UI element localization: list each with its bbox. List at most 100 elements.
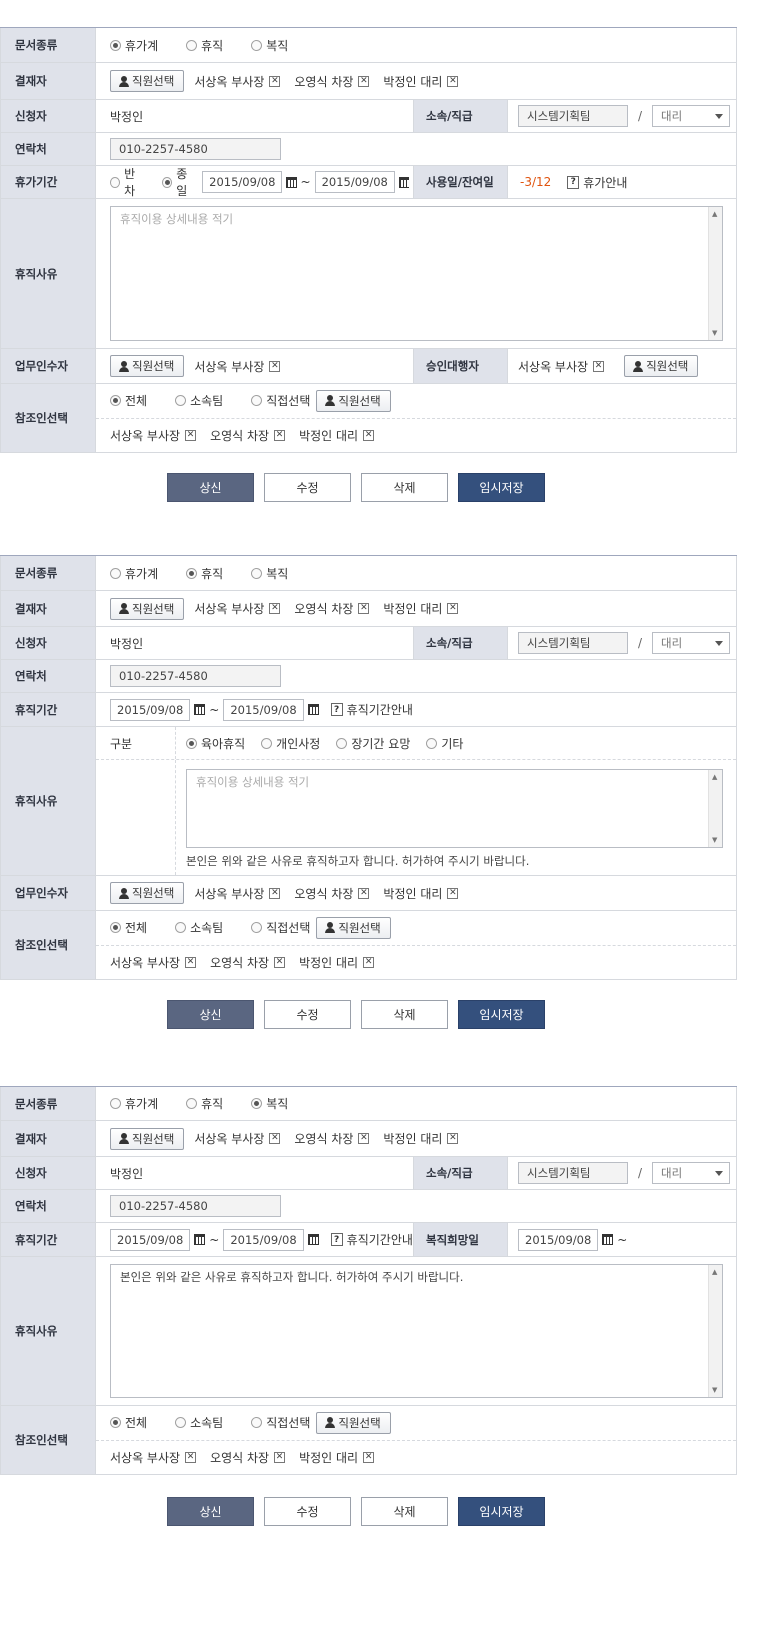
radio-leave[interactable]: 휴직 bbox=[186, 565, 223, 582]
delete-button[interactable]: 삭제 bbox=[361, 1000, 448, 1029]
end-date-field[interactable]: 2015/09/08 bbox=[223, 1228, 304, 1251]
calendar-icon[interactable] bbox=[194, 1234, 206, 1245]
scrollbar[interactable] bbox=[708, 1265, 722, 1397]
start-date-field[interactable]: 2015/09/08 bbox=[110, 698, 191, 721]
remove-icon[interactable]: ✕ bbox=[274, 429, 286, 441]
radio-all[interactable]: 전체 bbox=[110, 919, 147, 936]
remove-icon[interactable]: ✕ bbox=[269, 360, 281, 372]
radio-leave[interactable]: 휴직 bbox=[186, 37, 223, 54]
remove-icon[interactable]: ✕ bbox=[269, 603, 281, 614]
remove-icon[interactable]: ✕ bbox=[447, 603, 459, 614]
submit-button[interactable]: 상신 bbox=[167, 473, 254, 502]
remove-icon[interactable]: ✕ bbox=[274, 956, 286, 968]
start-date-field[interactable]: 2015/09/08 bbox=[202, 171, 283, 193]
reference-select-button[interactable]: 직원선택 bbox=[316, 389, 391, 412]
submit-button[interactable]: 상신 bbox=[167, 1000, 254, 1029]
save-draft-button[interactable]: 임시저장 bbox=[458, 473, 545, 502]
remove-icon[interactable]: ✕ bbox=[185, 956, 197, 968]
radio-vacation[interactable]: 휴가계 bbox=[110, 565, 158, 582]
return-date-field[interactable]: 2015/09/08 bbox=[518, 1228, 599, 1251]
remove-icon[interactable]: ✕ bbox=[185, 429, 197, 441]
leave-help-link[interactable]: 휴직기간안내 bbox=[347, 1231, 413, 1248]
scrollbar[interactable] bbox=[708, 207, 722, 340]
remove-icon[interactable]: ✕ bbox=[185, 1451, 197, 1463]
scrollbar[interactable] bbox=[708, 770, 722, 847]
delete-button[interactable]: 삭제 bbox=[361, 473, 448, 502]
reference-select-button[interactable]: 직원선택 bbox=[316, 1411, 391, 1434]
proxy-select-button[interactable]: 직원선택 bbox=[624, 355, 699, 377]
edit-button[interactable]: 수정 bbox=[264, 1000, 351, 1029]
team-field[interactable]: 시스템기획팀 bbox=[518, 1162, 628, 1184]
phone-field[interactable]: 010-2257-4580 bbox=[110, 665, 281, 687]
delete-button[interactable]: 삭제 bbox=[361, 1497, 448, 1526]
remove-icon[interactable]: ✕ bbox=[358, 75, 370, 87]
radio-vacation[interactable]: 휴가계 bbox=[110, 1095, 158, 1112]
remove-icon[interactable]: ✕ bbox=[358, 1133, 370, 1144]
calendar-icon[interactable] bbox=[307, 1234, 319, 1245]
calendar-icon[interactable] bbox=[602, 1234, 614, 1245]
radio-vacation[interactable]: 휴가계 bbox=[110, 37, 158, 54]
radio-team[interactable]: 소속팀 bbox=[175, 1414, 223, 1431]
radio-all[interactable]: 전체 bbox=[110, 392, 147, 409]
approver-select-button[interactable]: 직원선택 bbox=[110, 597, 185, 620]
radio-return[interactable]: 복직 bbox=[251, 1095, 288, 1112]
radio-childcare[interactable]: 육아휴직 bbox=[186, 735, 245, 752]
team-field[interactable]: 시스템기획팀 bbox=[518, 105, 628, 127]
reference-select-button[interactable]: 직원선택 bbox=[316, 916, 391, 939]
help-icon[interactable]: ? bbox=[567, 175, 580, 189]
radio-direct[interactable]: 직접선택 bbox=[251, 1414, 310, 1431]
remove-icon[interactable]: ✕ bbox=[363, 956, 375, 968]
radio-long-term[interactable]: 장기간 요망 bbox=[336, 735, 410, 752]
rank-select[interactable]: 대리 bbox=[652, 632, 731, 654]
help-icon[interactable]: ? bbox=[330, 703, 343, 716]
remove-icon[interactable]: ✕ bbox=[447, 1133, 459, 1144]
remove-icon[interactable]: ✕ bbox=[269, 887, 281, 899]
radio-other[interactable]: 기타 bbox=[426, 735, 463, 752]
approver-select-button[interactable]: 직원선택 bbox=[110, 70, 185, 92]
save-draft-button[interactable]: 임시저장 bbox=[458, 1000, 545, 1029]
calendar-icon[interactable] bbox=[194, 704, 206, 715]
remove-icon[interactable]: ✕ bbox=[358, 603, 370, 614]
leave-help-link[interactable]: 휴직기간안내 bbox=[347, 701, 413, 718]
remove-icon[interactable]: ✕ bbox=[363, 429, 375, 441]
remove-icon[interactable]: ✕ bbox=[269, 75, 281, 87]
radio-return[interactable]: 복직 bbox=[251, 565, 288, 582]
edit-button[interactable]: 수정 bbox=[264, 1497, 351, 1526]
radio-personal[interactable]: 개인사정 bbox=[261, 735, 320, 752]
radio-team[interactable]: 소속팀 bbox=[175, 919, 223, 936]
radio-direct[interactable]: 직접선택 bbox=[251, 392, 310, 409]
phone-field[interactable]: 010-2257-4580 bbox=[110, 138, 281, 160]
remove-icon[interactable]: ✕ bbox=[447, 75, 459, 87]
radio-all[interactable]: 전체 bbox=[110, 1414, 147, 1431]
remove-icon[interactable]: ✕ bbox=[269, 1133, 281, 1144]
reason-textarea[interactable]: 본인은 위와 같은 사유로 휴직하고자 합니다. 허가하여 주시기 바랍니다. bbox=[110, 1264, 723, 1398]
reason-textarea[interactable]: 휴직이용 상세내용 적기 bbox=[186, 769, 723, 848]
rank-select[interactable]: 대리 bbox=[652, 1162, 731, 1184]
phone-field[interactable]: 010-2257-4580 bbox=[110, 1195, 281, 1217]
calendar-icon[interactable] bbox=[307, 704, 319, 715]
rank-select[interactable]: 대리 bbox=[652, 105, 731, 127]
radio-full-day[interactable]: 종일 bbox=[162, 165, 196, 199]
remove-icon[interactable]: ✕ bbox=[593, 360, 605, 372]
handover-select-button[interactable]: 직원선택 bbox=[110, 355, 185, 377]
help-icon[interactable]: ? bbox=[330, 1233, 343, 1246]
handover-select-button[interactable]: 직원선택 bbox=[110, 882, 185, 904]
remove-icon[interactable]: ✕ bbox=[447, 887, 459, 899]
end-date-field[interactable]: 2015/09/08 bbox=[314, 171, 395, 193]
end-date-field[interactable]: 2015/09/08 bbox=[223, 698, 304, 721]
remove-icon[interactable]: ✕ bbox=[363, 1451, 375, 1463]
team-field[interactable]: 시스템기획팀 bbox=[518, 632, 628, 654]
radio-direct[interactable]: 직접선택 bbox=[251, 919, 310, 936]
calendar-icon[interactable] bbox=[286, 176, 297, 188]
remove-icon[interactable]: ✕ bbox=[358, 887, 370, 899]
submit-button[interactable]: 상신 bbox=[167, 1497, 254, 1526]
vacation-help-link[interactable]: 휴가안내 bbox=[583, 174, 627, 191]
calendar-icon[interactable] bbox=[398, 176, 409, 188]
edit-button[interactable]: 수정 bbox=[264, 473, 351, 502]
radio-team[interactable]: 소속팀 bbox=[175, 392, 223, 409]
radio-return[interactable]: 복직 bbox=[251, 37, 288, 54]
reason-textarea[interactable]: 휴직이용 상세내용 적기 bbox=[110, 206, 723, 341]
approver-select-button[interactable]: 직원선택 bbox=[110, 1127, 185, 1150]
radio-half-day[interactable]: 반차 bbox=[110, 165, 144, 199]
save-draft-button[interactable]: 임시저장 bbox=[458, 1497, 545, 1526]
